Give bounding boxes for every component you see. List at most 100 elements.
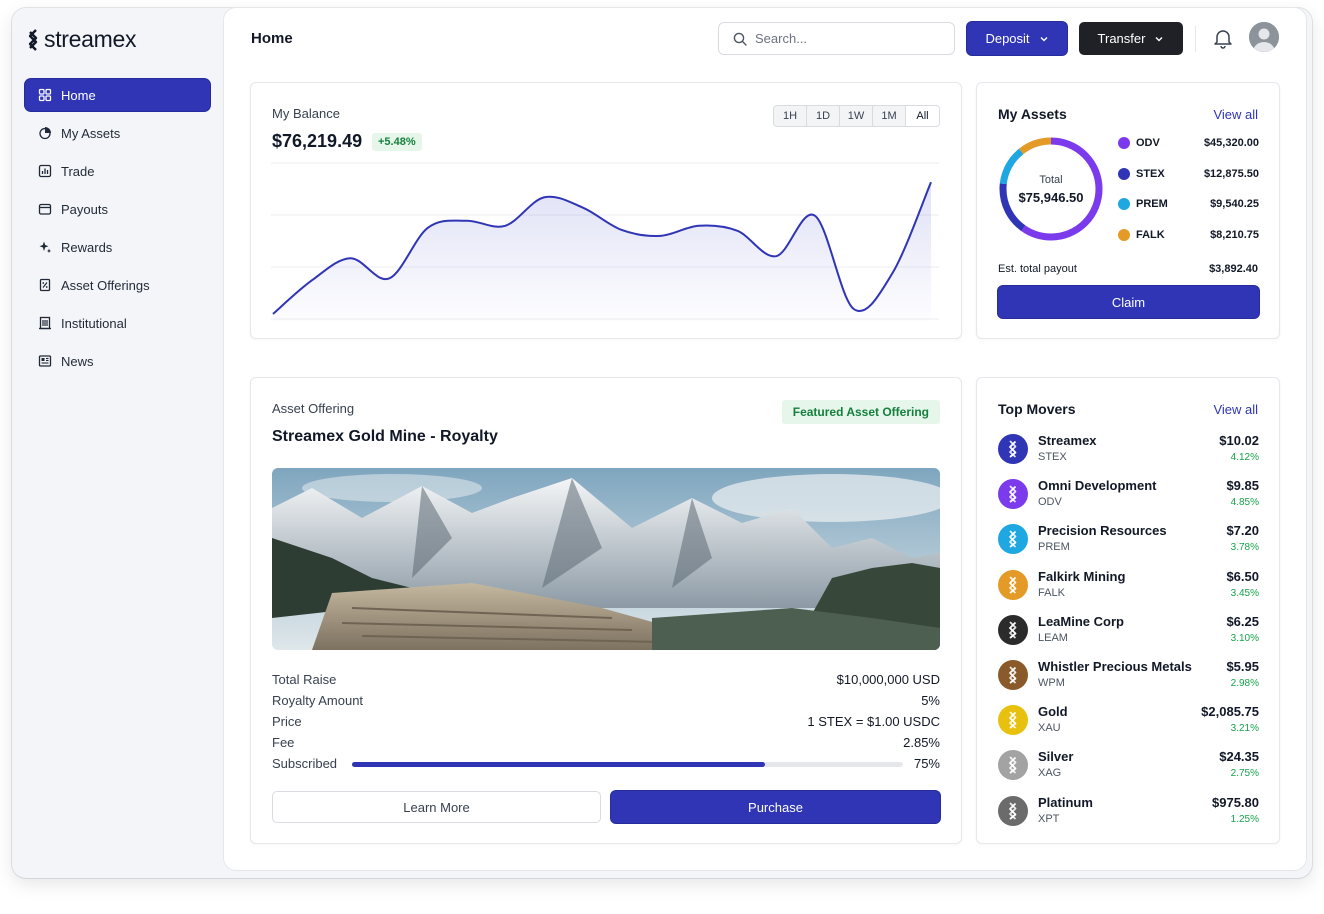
chevron-down-icon: [1040, 36, 1048, 41]
mover-row-leam[interactable]: LeaMine Corp LEAM $6.25 3.10%: [998, 613, 1259, 647]
asset-value: $12,875.50: [1203, 167, 1259, 180]
mover-row-wpm[interactable]: Whistler Precious Metals WPM $5.95 2.98%: [998, 658, 1259, 692]
asset-offering-card: Asset Offering Streamex Gold Mine - Roya…: [250, 377, 962, 844]
sidebar-item-label: Institutional: [61, 315, 127, 331]
mover-symbol: XAG: [1038, 767, 1062, 780]
token-icon: [998, 524, 1028, 555]
asset-value: $45,320.00: [1203, 137, 1259, 149]
asset-symbol: ODV: [1136, 137, 1160, 149]
transfer-button[interactable]: Transfer: [1079, 22, 1183, 55]
mover-row-falk[interactable]: Falkirk Mining FALK $6.50 3.45%: [998, 568, 1259, 602]
balance-card: My Balance $76,219.49 +5.48% 1H 1D 1W 1M All: [250, 82, 962, 339]
token-icon: [998, 705, 1028, 736]
header-divider: [1195, 26, 1196, 52]
mover-change: 3.21%: [1230, 723, 1259, 735]
token-icon: [998, 434, 1028, 464]
claim-button[interactable]: Claim: [998, 286, 1259, 318]
mover-price: $24.35: [1219, 749, 1259, 765]
assets-view-all-link[interactable]: View all: [1213, 107, 1258, 122]
balance-area-fill: [273, 182, 931, 321]
mover-symbol: PREM: [1038, 541, 1070, 554]
brand-name: streamex: [44, 26, 137, 52]
asset-row-prem[interactable]: PREM $9,540.25: [1118, 196, 1259, 212]
mover-change: 3.10%: [1230, 632, 1259, 644]
sidebar-item-payouts[interactable]: Payouts: [25, 193, 210, 225]
sidebar-item-news[interactable]: News: [25, 345, 210, 377]
range-1d-button[interactable]: 1D: [807, 106, 840, 126]
token-icon: [998, 750, 1028, 781]
subscribed-label: Subscribed: [272, 756, 338, 771]
sidebar-item-my-assets[interactable]: My Assets: [25, 117, 210, 149]
sidebar-item-rewards[interactable]: Rewards: [25, 231, 210, 263]
mover-name: LeaMine Corp: [1038, 613, 1124, 629]
mover-row-xau[interactable]: Gold XAU $2,085.75 3.21%: [998, 703, 1259, 737]
sidebar-nav: Home My Assets Trade Payouts Rewards Asset Of…: [25, 79, 210, 383]
balance-amount: $76,219.49: [272, 131, 363, 151]
detail-value: 2.85%: [903, 735, 940, 750]
bar-chart-icon: [38, 164, 52, 178]
offering-detail-row: Price 1 STEX = $1.00 USDC: [272, 714, 940, 729]
range-1m-button[interactable]: 1M: [873, 106, 906, 126]
mountain-mine-image: [272, 468, 940, 650]
building-icon: [38, 316, 52, 330]
user-avatar[interactable]: [1249, 22, 1279, 52]
sidebar-item-home[interactable]: Home: [25, 79, 210, 111]
mover-name: Precision Resources: [1038, 523, 1167, 539]
asset-symbol: PREM: [1136, 198, 1168, 210]
range-1h-button[interactable]: 1H: [774, 106, 807, 126]
purchase-button[interactable]: Purchase: [611, 791, 940, 823]
transfer-label: Transfer: [1097, 31, 1146, 46]
search-input[interactable]: [755, 31, 935, 46]
sidebar-item-label: Home: [61, 87, 96, 103]
deposit-button[interactable]: Deposit: [967, 22, 1067, 55]
mover-change: 4.85%: [1230, 497, 1259, 509]
sidebar-item-label: Trade: [61, 163, 95, 179]
mover-row-xpt[interactable]: Platinum XPT $975.80 1.25%: [998, 794, 1259, 828]
movers-view-all-link[interactable]: View all: [1213, 402, 1258, 417]
detail-key: Royalty Amount: [272, 693, 364, 708]
time-range-selector: 1H 1D 1W 1M All: [773, 105, 940, 127]
mover-name: Omni Development: [1038, 478, 1157, 494]
sidebar-item-institutional[interactable]: Institutional: [25, 307, 210, 339]
range-all-button[interactable]: All: [906, 106, 939, 126]
mover-name: Gold: [1038, 704, 1068, 720]
mover-row-odv[interactable]: Omni Development ODV $9.85 4.85%: [998, 477, 1259, 511]
asset-row-odv[interactable]: ODV $45,320.00: [1118, 135, 1259, 151]
page-title: Home: [251, 30, 293, 47]
offering-detail-row: Fee 2.85%: [272, 735, 940, 750]
token-icon: [998, 614, 1028, 645]
range-1w-button[interactable]: 1W: [840, 106, 873, 126]
mover-row-xag[interactable]: Silver XAG $24.35 2.75%: [998, 748, 1259, 782]
mover-change: 2.98%: [1230, 678, 1259, 689]
notification-bell-icon[interactable]: [1212, 27, 1234, 49]
offering-label: Asset Offering: [272, 401, 355, 416]
detail-value: $10,000,000 USD: [836, 672, 940, 687]
pie-chart-icon: [38, 126, 52, 140]
sidebar-item-asset-offerings[interactable]: Asset Offerings: [25, 269, 210, 301]
mover-row-prem[interactable]: Precision Resources PREM $7.20 3.78%: [998, 522, 1259, 556]
sidebar-item-trade[interactable]: Trade: [25, 155, 210, 187]
asset-symbol: STEX: [1136, 167, 1165, 180]
learn-more-button[interactable]: Learn More: [272, 791, 601, 823]
mover-name: Platinum: [1038, 794, 1093, 810]
mover-price: $6.25: [1226, 613, 1259, 629]
token-icon: [998, 569, 1028, 600]
mover-name: Falkirk Mining: [1038, 568, 1126, 584]
search-box[interactable]: [718, 22, 955, 55]
asset-color-dot: [1118, 228, 1130, 241]
asset-row-falk[interactable]: FALK $8,210.75: [1118, 227, 1259, 243]
mover-price: $9.85: [1226, 478, 1259, 494]
brand-logo[interactable]: streamex: [26, 26, 136, 53]
detail-key: Total Raise: [272, 672, 337, 687]
mover-name: Silver: [1038, 749, 1074, 765]
token-icon: [998, 660, 1028, 690]
avatar-icon: [1249, 22, 1279, 52]
mover-row-stex[interactable]: Streamex STEX $10.02 4.12%: [998, 432, 1259, 466]
detail-key: Fee: [272, 735, 295, 750]
offering-detail-row: Total Raise $10,000,000 USD: [272, 672, 940, 687]
mover-price: $6.50: [1226, 568, 1259, 584]
top-movers-card: Top Movers View all Streamex STEX $10.02 4.…: [976, 377, 1280, 844]
mover-change: 3.45%: [1230, 587, 1259, 599]
mover-symbol: LEAM: [1038, 631, 1068, 644]
asset-row-stex[interactable]: STEX $12,875.50: [1118, 166, 1259, 182]
